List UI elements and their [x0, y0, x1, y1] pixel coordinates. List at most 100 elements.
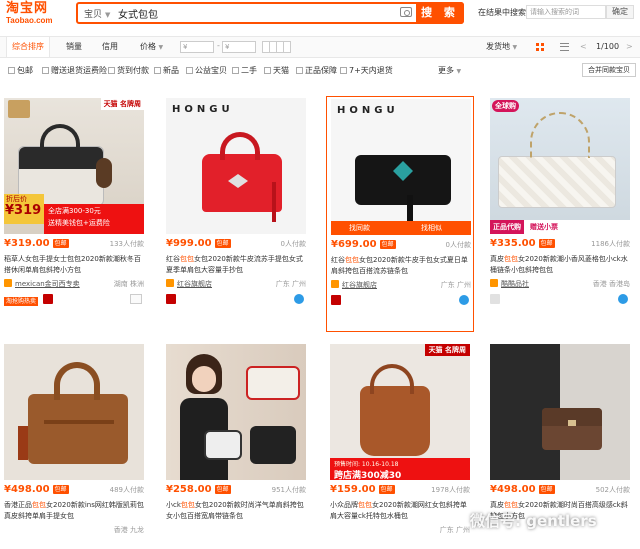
- product-title[interactable]: 红谷包包女包2020新款牛皮手包女式夏日单肩斜挎包百搭流苏链条包: [331, 255, 471, 277]
- product-card[interactable]: 天猫 名牌周 预售时间: 10.16-10.18 跨店满300减30 ¥159.…: [326, 330, 474, 549]
- title-keyword: 包包: [504, 255, 518, 263]
- free-ship-badge: 包邮: [379, 240, 396, 249]
- wangwang-icon[interactable]: [294, 294, 304, 304]
- product-image[interactable]: [166, 344, 306, 480]
- global-buy-banner: 全球购: [492, 100, 519, 112]
- product-card[interactable]: ¥258.00 包邮 951人付款 小ck包包女包2020新款时尚洋气单肩斜挎包女…: [162, 330, 310, 549]
- product-image[interactable]: [490, 344, 630, 480]
- product-card[interactable]: HONGU ¥999.00 包邮 0人付款 红谷包包女包2020新款牛皮流苏手提包…: [162, 84, 310, 324]
- filter-second-hand[interactable]: 二手: [232, 65, 257, 76]
- logo-en: Taobao.com: [6, 16, 53, 25]
- filter-7day-return[interactable]: 7+天内退货: [340, 65, 393, 76]
- result-search-input[interactable]: 请输入搜索的词: [526, 5, 606, 19]
- filter-tmall[interactable]: 天猫: [264, 65, 289, 76]
- title-text: 真皮: [490, 255, 504, 263]
- badge-row: [331, 295, 471, 307]
- product-title[interactable]: 稻草人女包手提女士包包2020新款潮秋冬百搭休闲单肩包斜挎小方包: [4, 254, 144, 276]
- filter-bar: 包邮 赠送退货运费险 货到付款 新品 公益宝贝 二手 天猫 正品保障 7+天内退…: [0, 62, 640, 80]
- shop-name[interactable]: 红谷旗舰店: [342, 281, 377, 289]
- price-row: ¥699.00 包邮 0人付款: [331, 239, 471, 253]
- price-max-input[interactable]: ¥: [222, 41, 256, 53]
- sort-price[interactable]: 价格 ▼: [140, 37, 163, 57]
- filter-genuine[interactable]: 正品保障: [296, 65, 337, 76]
- promo-text: 正品代购: [490, 220, 524, 234]
- price-range-toggle[interactable]: [262, 41, 298, 53]
- product-title[interactable]: 小ck包包女包2020新款时尚洋气单肩斜挎包女小包百搭宽肩带链条包: [166, 500, 306, 522]
- location: 广东 广州: [275, 280, 306, 288]
- list-view-icon[interactable]: [560, 43, 569, 51]
- filter-free-shipping[interactable]: 包邮: [8, 65, 33, 76]
- result-search-label: 在结果中搜索: [478, 8, 526, 17]
- location: 香港 香港岛: [592, 280, 630, 288]
- filter-cod[interactable]: 货到付款: [108, 65, 149, 76]
- page-prev-button[interactable]: <: [580, 37, 587, 57]
- product-title[interactable]: 小众品牌包包女2020新款潮网红女包斜挎单肩大容量ck托特包水桶包: [330, 500, 470, 522]
- filter-label: 公益宝贝: [195, 66, 227, 75]
- product-card[interactable]: 全球购 正品代购 赠送小票 ¥335.00 包邮 1186人付款 真皮包包女202…: [486, 84, 634, 324]
- shop-name[interactable]: 红谷旗舰店: [177, 280, 212, 288]
- title-keyword: 包包: [32, 501, 46, 509]
- product-image[interactable]: 天猫 名牌周 预售时间: 10.16-10.18 跨店满300减30: [330, 344, 470, 480]
- result-search-button[interactable]: 确定: [606, 5, 634, 19]
- search-type-select[interactable]: 宝贝 ▼: [84, 7, 110, 20]
- shop-name[interactable]: mexican金司西专卖: [15, 280, 80, 288]
- grid-view-icon[interactable]: [536, 43, 544, 51]
- wangwang-icon[interactable]: [618, 294, 628, 304]
- search-button[interactable]: 搜 索: [416, 2, 464, 24]
- checkbox-icon: [154, 67, 161, 74]
- sort-credit[interactable]: 信用: [102, 37, 118, 57]
- shop-row: 酷酷品社 香港 香港岛: [490, 279, 630, 290]
- product-title[interactable]: 真皮包包女2020新款潮小香风菱格包小ck水桶链条小包斜挎包包: [490, 254, 630, 276]
- price: ¥335.00 包邮: [490, 238, 555, 249]
- product-image[interactable]: 全球购 正品代购 赠送小票: [490, 98, 630, 234]
- ship-from-select[interactable]: 发货地 ▼: [486, 37, 517, 57]
- tmall-icon: [331, 295, 341, 305]
- product-card[interactable]: HONGU 找同款 找相似 ¥699.00 包邮 0人付款 红谷包包女包2020新…: [326, 96, 474, 332]
- shop-icon: [166, 279, 174, 287]
- price-value: ¥498.00: [4, 484, 50, 495]
- shop-row: 红谷旗舰店 广东 广州: [331, 280, 471, 291]
- buyer-count: 489人付款: [109, 486, 144, 494]
- camera-icon[interactable]: [400, 7, 412, 17]
- product-image[interactable]: HONGU: [166, 98, 306, 234]
- sort-sales[interactable]: 销量: [66, 37, 82, 57]
- sort-default[interactable]: 综合排序: [6, 37, 50, 57]
- filter-return-insurance[interactable]: 赠送退货运费险: [42, 65, 107, 76]
- search-input[interactable]: [118, 5, 418, 21]
- tmall-icon: [166, 294, 176, 304]
- checkbox-icon: [296, 67, 303, 74]
- product-title[interactable]: 红谷包包女包2020新款牛皮流苏手提包女式夏季单肩包大容量手抄包: [166, 254, 306, 276]
- promo-strip: 全店满300-30元 送精美钱包+运费险: [44, 204, 144, 234]
- tmall-icon: [43, 294, 54, 304]
- shop-row: mexican金司西专卖 湖南 株洲: [4, 279, 144, 290]
- merge-same-button[interactable]: 合并同款宝贝: [582, 63, 636, 77]
- wangwang-icon[interactable]: [459, 295, 469, 305]
- promo-text: 送精美钱包+运费险: [48, 219, 110, 227]
- location: 广东 广州: [440, 281, 471, 289]
- filter-new[interactable]: 新品: [154, 65, 179, 76]
- product-card[interactable]: 天猫 名牌周 折后价 ¥319 全店满300-30元 送精美钱包+运费险 ¥31…: [0, 84, 148, 324]
- product-card[interactable]: ¥498.00 包邮 489人付款 香港正品包包女2020新款ins网红韩版凯莉包…: [0, 330, 148, 549]
- promo-strip: 正品代购 赠送小票: [490, 220, 630, 234]
- top-header: 淘宝网 Taobao.com 宝贝▼ 搜 索 在结果中搜索 请输入搜索的词 确定: [0, 0, 640, 28]
- price-value: ¥699.00: [331, 239, 377, 250]
- taobao-logo[interactable]: 淘宝网 Taobao.com: [6, 2, 53, 26]
- wangwang-icon[interactable]: [130, 294, 142, 304]
- title-keyword: 包包: [180, 255, 194, 263]
- product-image[interactable]: [4, 344, 144, 480]
- find-same-button[interactable]: 找同款: [349, 223, 370, 233]
- promo-text: 赠送小票: [530, 223, 558, 231]
- product-image[interactable]: 天猫 名牌周 折后价 ¥319 全店满300-30元 送精美钱包+运费险: [4, 98, 144, 234]
- image-footer: 找同款 找相似: [331, 221, 471, 235]
- page-next-button[interactable]: >: [626, 37, 633, 57]
- shop-row: 广东 广州: [330, 525, 470, 536]
- price-min-input[interactable]: ¥: [180, 41, 214, 53]
- title-text: 小ck: [166, 501, 181, 509]
- shop-name[interactable]: 酷酷品社: [501, 280, 529, 288]
- more-filters-button[interactable]: 更多 ▼: [438, 65, 461, 76]
- ship-from-label: 发货地: [486, 42, 510, 51]
- filter-charity[interactable]: 公益宝贝: [186, 65, 227, 76]
- find-similar-button[interactable]: 找相似: [421, 223, 442, 233]
- product-image[interactable]: HONGU 找同款 找相似: [331, 99, 471, 235]
- product-title[interactable]: 香港正品包包女2020新款ins网红韩版凯莉包真皮斜挎单肩手提女包: [4, 500, 144, 522]
